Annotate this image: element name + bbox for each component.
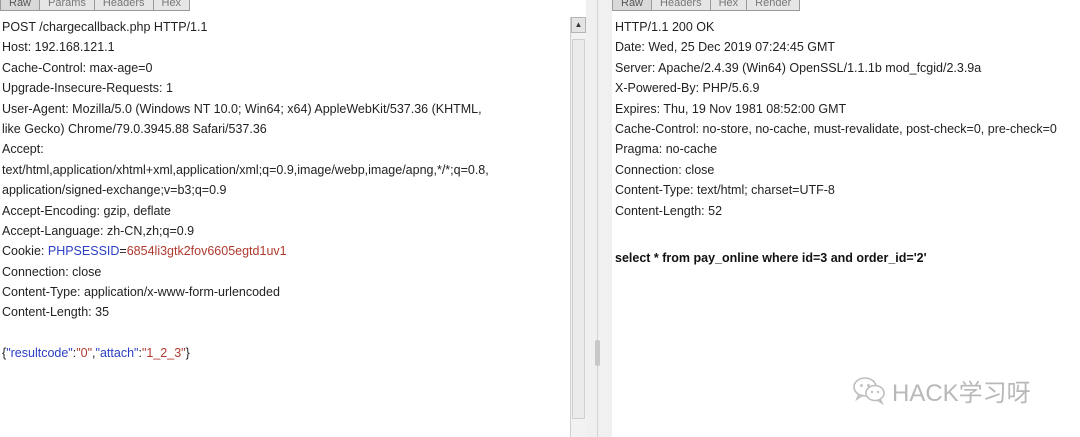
- request-editor[interactable]: POST /chargecallback.php HTTP/1.1 Host: …: [2, 17, 568, 364]
- watermark-text: HACK学习呀: [892, 379, 1031, 407]
- wechat-logo-icon: [853, 377, 885, 405]
- json-key: "resultcode": [6, 346, 73, 361]
- request-line: text/html,application/xhtml+xml,applicat…: [2, 162, 489, 177]
- request-body: {"resultcode":"0","attach":"1_2_3"}: [2, 343, 568, 363]
- splitter-line: [597, 0, 598, 437]
- request-line: POST /chargecallback.php HTTP/1.1: [2, 20, 208, 34]
- request-line: application/signed-exchange;v=b3;q=0.9: [2, 183, 227, 198]
- request-line: Accept:: [2, 142, 44, 157]
- response-viewer[interactable]: HTTP/1.1 200 OK Date: Wed, 25 Dec 2019 0…: [615, 17, 1080, 268]
- response-tab-hex[interactable]: Hex: [709, 0, 748, 11]
- request-tab-hex[interactable]: Hex: [152, 0, 191, 11]
- response-line: Date: Wed, 25 Dec 2019 07:24:45 GMT: [615, 40, 836, 55]
- response-body: select * from pay_online where id=3 and …: [615, 250, 927, 265]
- request-line: Upgrade-Insecure-Requests: 1: [2, 81, 173, 96]
- cookie-prefix: Cookie:: [2, 244, 48, 259]
- response-line: Connection: close: [615, 162, 715, 177]
- cookie-eq: =: [119, 244, 127, 259]
- response-tabs: Raw Headers Hex Render: [612, 0, 801, 12]
- response-tab-headers[interactable]: Headers: [651, 0, 711, 11]
- watermark: HACK学习呀: [852, 373, 1031, 407]
- request-line: Host: 192.168.121.1: [2, 40, 115, 55]
- response-line: Content-Length: 52: [615, 203, 723, 218]
- scroll-thumb[interactable]: [572, 39, 585, 419]
- cookie-name: PHPSESSID: [47, 244, 120, 259]
- request-line: Content-Type: application/x-www-form-url…: [2, 285, 280, 300]
- request-tab-headers[interactable]: Headers: [93, 0, 154, 11]
- scroll-up-arrow-icon[interactable]: ▲: [571, 17, 586, 33]
- response-line: Pragma: no-cache: [615, 142, 718, 157]
- response-line: HTTP/1.1 200 OK: [615, 20, 715, 34]
- response-line: Content-Type: text/html; charset=UTF-8: [615, 183, 835, 198]
- response-tab-raw[interactable]: Raw: [612, 0, 653, 11]
- response-tab-render[interactable]: Render: [746, 0, 801, 11]
- request-tab-params[interactable]: Params: [39, 0, 95, 11]
- json-value: "1_2_3": [141, 346, 186, 361]
- pane-splitter[interactable]: [586, 0, 612, 437]
- splitter-grip[interactable]: [595, 340, 600, 366]
- response-line: Expires: Thu, 19 Nov 1981 08:52:00 GMT: [615, 101, 847, 116]
- cookie-value: 6854li3gtk2fov6605egtd1uv1: [126, 244, 287, 259]
- request-scrollbar[interactable]: ▲: [570, 17, 586, 437]
- json-value: "0": [76, 346, 93, 361]
- request-tabs: Raw Params Headers Hex: [0, 0, 191, 12]
- request-pane: Raw Params Headers Hex POST /chargecallb…: [0, 0, 586, 437]
- request-line: like Gecko) Chrome/79.0.3945.88 Safari/5…: [2, 121, 267, 136]
- request-line: Connection: close: [2, 264, 102, 279]
- response-line: Cache-Control: no-store, no-cache, must-…: [615, 121, 1057, 136]
- response-pane: Raw Headers Hex Render HTTP/1.1 200 OK D…: [612, 0, 1080, 437]
- request-line: Accept-Language: zh-CN,zh;q=0.9: [2, 223, 195, 238]
- response-line: X-Powered-By: PHP/5.6.9: [615, 81, 760, 96]
- request-line: Cache-Control: max-age=0: [2, 60, 153, 75]
- cookie-line: Cookie: PHPSESSID=6854li3gtk2fov6605egtd…: [2, 241, 568, 261]
- response-line: Server: Apache/2.4.39 (Win64) OpenSSL/1.…: [615, 60, 982, 75]
- json-key: "attach": [95, 346, 139, 361]
- json-brace: }: [185, 346, 190, 361]
- request-line: Content-Length: 35: [2, 305, 110, 320]
- request-line: User-Agent: Mozilla/5.0 (Windows NT 10.0…: [2, 101, 482, 116]
- request-tab-raw[interactable]: Raw: [0, 0, 41, 11]
- request-line: Accept-Encoding: gzip, deflate: [2, 203, 171, 218]
